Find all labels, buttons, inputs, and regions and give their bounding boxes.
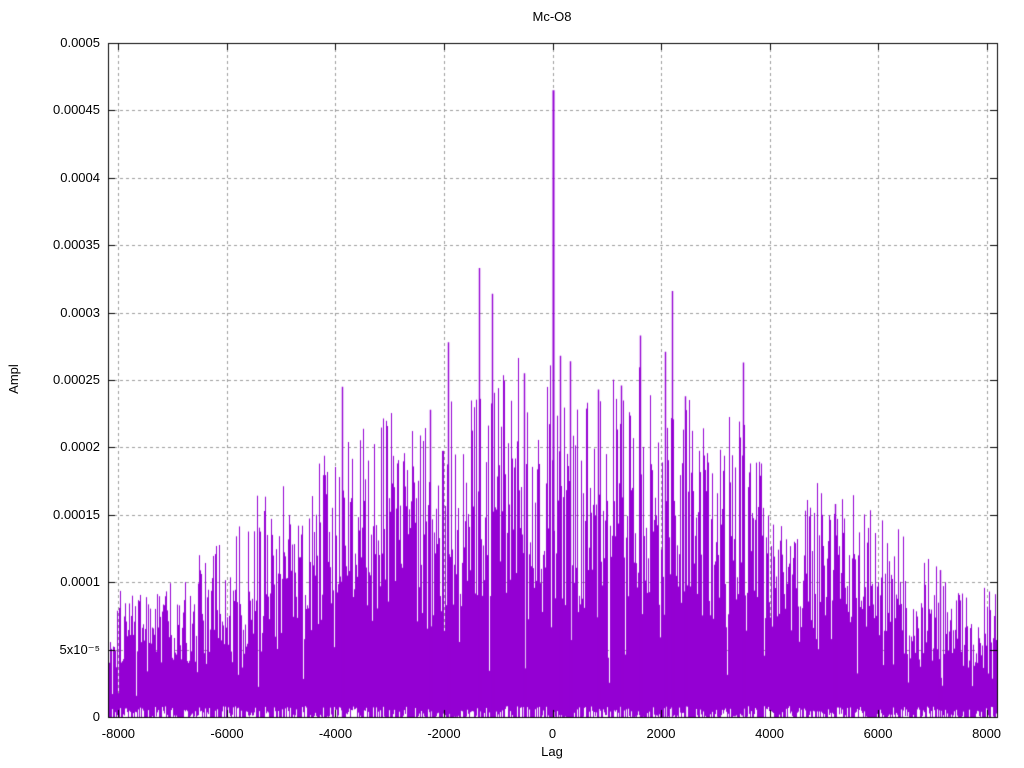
y-tick-label: 0 [92,709,100,724]
x-tick-label: 2000 [646,726,676,741]
x-tick-label: 8000 [972,726,1002,741]
x-tick-label: -6000 [210,726,244,741]
y-tick-label: 0.00035 [53,237,100,253]
y-tick-label: 0.0005 [60,35,100,50]
x-tick-label: -2000 [427,726,461,741]
x-axis-label: Lag [541,744,563,759]
correlogram-figure: Mc-O8 Ampl Lag 0 5x10⁻⁵ 0.0001 0.00015 0.000… [0,0,1024,768]
y-tick-label: 0.0001 [60,574,100,590]
x-tick-label: 6000 [863,726,893,741]
y-tick-label: 0.00025 [53,372,100,387]
y-tick-label: 0.00045 [53,102,100,118]
x-tick-label: 0 [548,726,557,741]
x-tick-label: -8000 [101,726,136,741]
y-tick-label: 0.0003 [60,304,100,320]
y-tick-label: 0.0004 [60,169,100,185]
correlogram-plot-canvas [0,0,1024,768]
x-tick-label: 4000 [755,726,784,741]
y-tick-label: 0.0002 [60,439,100,455]
y-tick-label: 0.00015 [53,506,100,522]
y-tick-label: 5x10⁻⁵ [59,641,100,657]
chart-title: Mc-O8 [532,9,572,24]
x-tick-label: -4000 [318,726,353,741]
